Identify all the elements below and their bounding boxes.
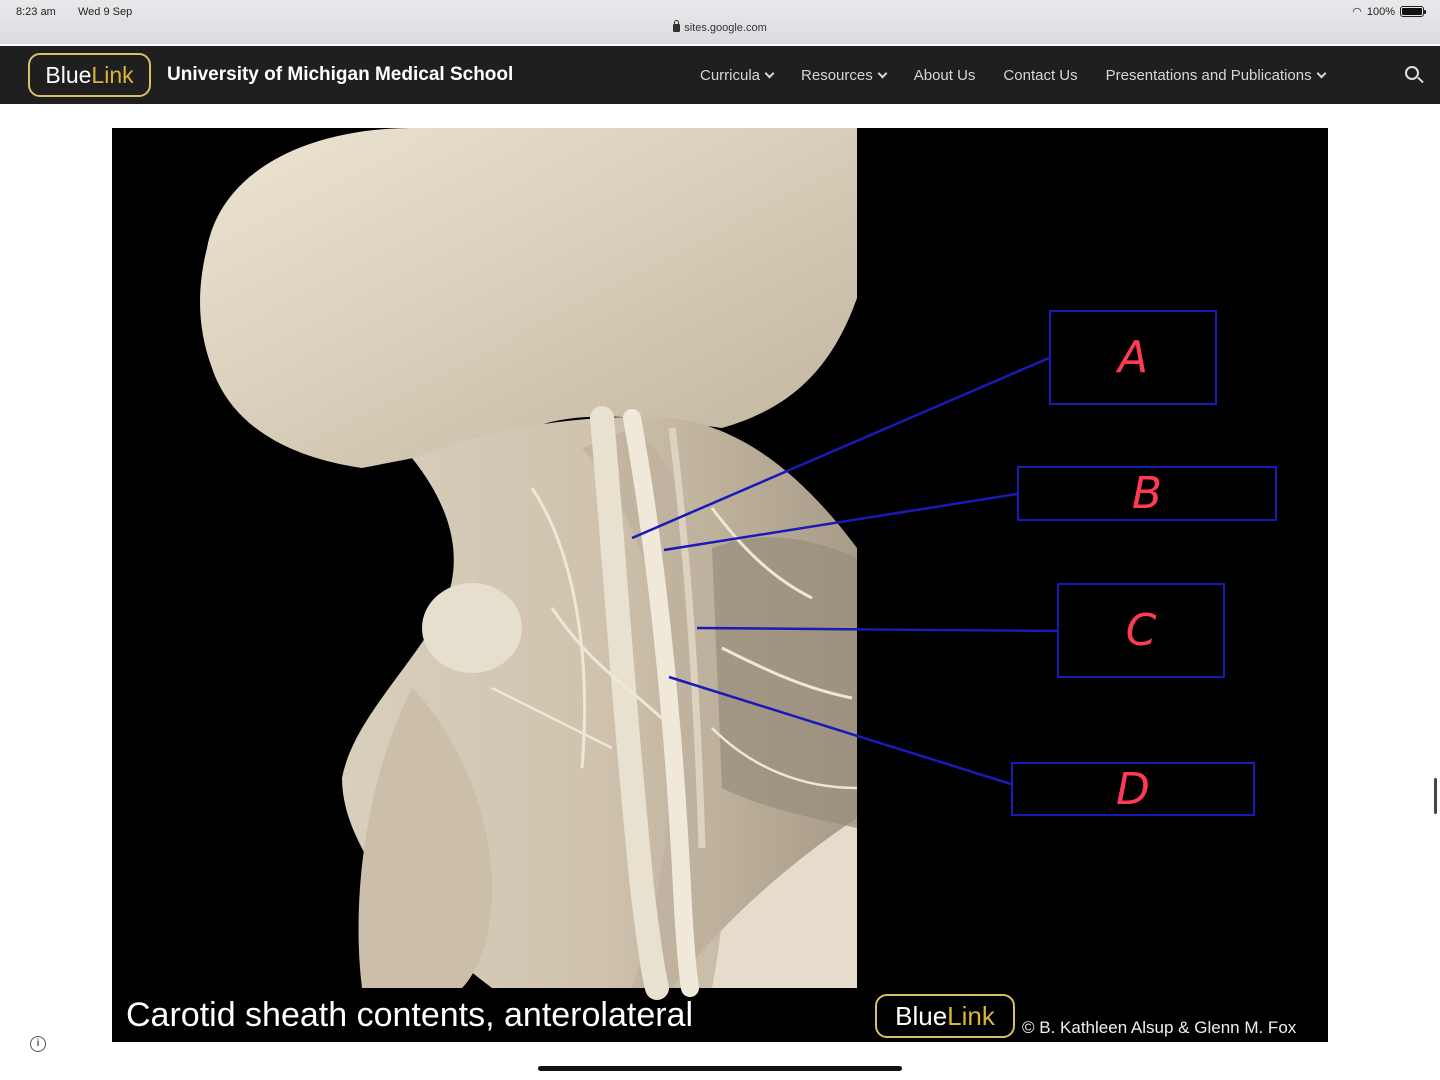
nav-item-contact-us[interactable]: Contact Us <box>1003 67 1077 84</box>
chevron-down-icon <box>1316 68 1327 78</box>
label-box-d: D <box>1011 762 1255 816</box>
chevron-down-icon <box>877 68 888 78</box>
site-title[interactable]: University of Michigan Medical School <box>167 64 513 86</box>
status-date: Wed 9 Sep <box>78 6 133 18</box>
label-box-c: C <box>1057 583 1225 678</box>
status-indicators: ◠ 100% <box>1352 5 1426 18</box>
label-box-b: B <box>1017 466 1277 521</box>
nav-links: Curricula Resources About Us Contact Us … <box>700 46 1327 104</box>
scrollbar[interactable] <box>1434 778 1437 814</box>
nav-item-presentations[interactable]: Presentations and Publications <box>1106 67 1327 84</box>
copyright-text: © B. Kathleen Alsup & Glenn M. Fox <box>1022 1018 1297 1037</box>
chevron-down-icon <box>764 68 775 78</box>
site-header: Blue Link University of Michigan Medical … <box>0 46 1440 104</box>
status-bar: 8:23 am Wed 9 Sep sites.google.com ◠ 100… <box>0 0 1440 44</box>
home-indicator[interactable] <box>538 1066 902 1071</box>
bluelink-logo[interactable]: Blue Link <box>28 53 151 97</box>
info-icon[interactable]: i <box>30 1036 46 1052</box>
nav-item-curricula[interactable]: Curricula <box>700 67 775 84</box>
figure-caption: Carotid sheath contents, anterolateral <box>126 996 694 1034</box>
url-text: sites.google.com <box>684 22 767 34</box>
nav-item-resources[interactable]: Resources <box>801 67 888 84</box>
search-icon[interactable] <box>1405 66 1419 80</box>
status-time: 8:23 am <box>16 6 56 18</box>
label-box-a: A <box>1049 310 1217 405</box>
anatomy-figure: A B C D Carotid sheath contents, anterol… <box>112 128 1328 1042</box>
lock-icon <box>673 20 681 32</box>
wifi-icon: ◠ <box>1352 6 1362 18</box>
nav-item-about-us[interactable]: About Us <box>914 67 976 84</box>
figure-bluelink-logo: Blue Link <box>875 994 1015 1038</box>
battery-icon <box>1400 6 1426 17</box>
battery-percent: 100% <box>1366 5 1395 18</box>
address-bar[interactable]: sites.google.com <box>0 20 1440 34</box>
